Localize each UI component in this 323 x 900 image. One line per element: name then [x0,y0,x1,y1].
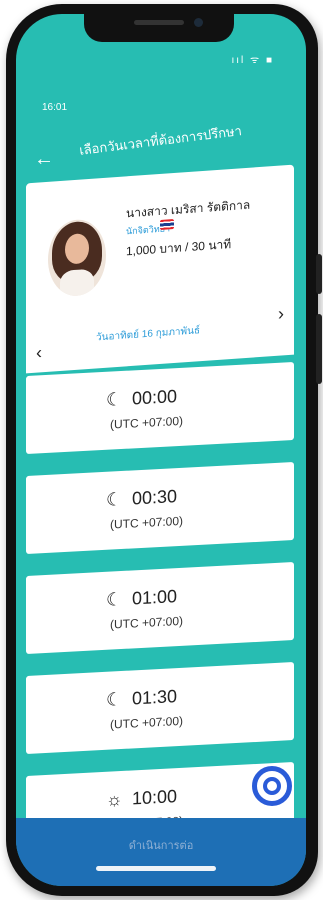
top-nav: ← เลือกวันเวลาที่ต้องการปรึกษา [16,114,306,174]
back-arrow-icon[interactable]: ← [34,148,54,171]
slot-timezone: (UTC +07:00) [110,513,184,532]
camera [194,18,203,27]
profile-name: นางสาว เมริสา รัตติกาล [126,197,251,221]
moon-icon: ☾ [106,388,123,410]
volume-button [316,254,322,294]
help-lifebuoy-icon[interactable] [252,766,292,806]
moon-icon: ☾ [106,488,123,510]
thai-flag-icon [160,219,174,230]
page-title: เลือกวันเวลาที่ต้องการปรึกษา [78,123,243,158]
power-button [316,314,322,384]
moon-icon: ☾ [106,588,123,610]
profile-card: นางสาว เมริสา รัตติกาล นักจิตวิทยา 1,000… [26,164,294,319]
time-slot[interactable]: ☾ 01:00 (UTC +07:00) [26,561,294,655]
chevron-right-icon[interactable]: › [278,303,284,324]
sun-icon: ☼ [106,788,123,810]
slot-timezone: (UTC +07:00) [110,613,184,632]
slot-time: 00:00 [132,386,178,409]
date-label: วันอาทิตย์ 16 กุมภาพันธ์ [96,325,201,344]
moon-icon: ☾ [106,688,123,710]
time-slot[interactable]: ☾ 01:30 (UTC +07:00) [26,661,294,755]
speaker [134,20,184,25]
time-slot[interactable]: ☾ 00:00 (UTC +07:00) [26,361,294,455]
notch [84,14,234,42]
phone-frame: 16:01 ııl ᯤ ■ ← เลือกวันเวลาที่ต้องการปร… [6,4,322,896]
avatar [48,217,106,298]
status-icons: ııl ᯤ ■ [231,55,274,66]
profile-price: 1,000 บาท / 30 นาที [126,237,232,259]
home-indicator [96,866,216,871]
slot-time: 00:30 [132,486,178,509]
status-time: 16:01 [42,102,68,113]
continue-button[interactable]: ดำเนินการต่อ [16,836,306,854]
chevron-left-icon[interactable]: ‹ [36,342,42,363]
slot-time: 10:00 [132,786,178,809]
app-screen: 16:01 ııl ᯤ ■ ← เลือกวันเวลาที่ต้องการปร… [16,14,306,886]
slot-timezone: (UTC +07:00) [110,713,184,732]
slot-time: 01:30 [132,686,178,709]
footer-bar: ดำเนินการต่อ [16,818,306,886]
slot-timezone: (UTC +07:00) [110,413,184,432]
time-slot[interactable]: ☾ 00:30 (UTC +07:00) [26,461,294,555]
slot-time: 01:00 [132,586,178,609]
